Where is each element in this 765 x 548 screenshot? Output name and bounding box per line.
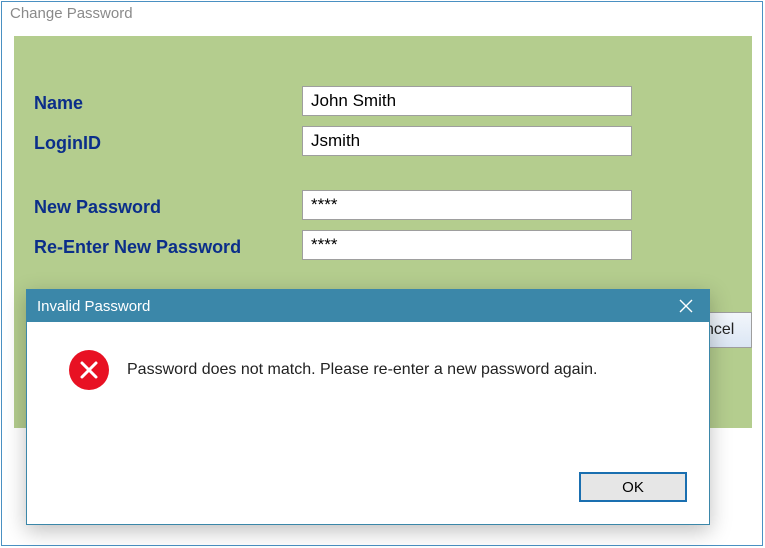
window-title: Change Password	[2, 2, 762, 28]
close-icon[interactable]	[663, 290, 709, 322]
dialog-message: Password does not match. Please re-enter…	[127, 361, 597, 379]
loginid-label: LoginID	[34, 133, 294, 154]
dialog-body: Password does not match. Please re-enter…	[27, 322, 709, 390]
loginid-field[interactable]	[302, 126, 632, 156]
reenter-password-field[interactable]	[302, 230, 632, 260]
name-field[interactable]	[302, 86, 632, 116]
name-label: Name	[34, 93, 294, 114]
new-password-field[interactable]	[302, 190, 632, 220]
reenter-password-label: Re-Enter New Password	[34, 237, 294, 258]
dialog-title: Invalid Password	[37, 298, 150, 315]
dialog-titlebar: Invalid Password	[27, 290, 709, 322]
ok-button[interactable]: OK	[579, 472, 687, 502]
error-icon	[69, 350, 109, 390]
invalid-password-dialog: Invalid Password Password does not match…	[26, 289, 710, 525]
new-password-label: New Password	[34, 197, 294, 218]
